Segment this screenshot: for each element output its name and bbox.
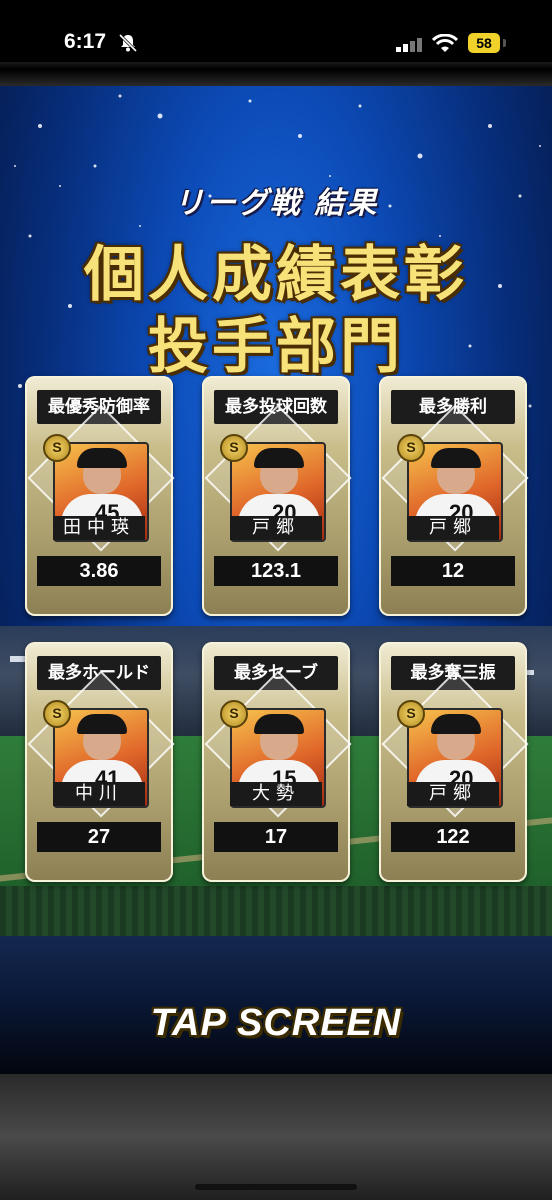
stat-value: 123.1 — [214, 556, 338, 586]
player-name: 戸郷 — [230, 516, 322, 540]
status-time: 6:17 — [64, 30, 107, 53]
stat-value: 122 — [391, 822, 515, 852]
bell-muted-icon — [118, 33, 138, 53]
top-frame — [0, 62, 552, 86]
battery-indicator: 58 — [468, 33, 500, 53]
player-name: 大勢 — [230, 782, 322, 806]
game-screen[interactable]: リーグ戦 結果 個人成績表彰 投手部門 最優秀防御率 45 S 田中瑛 3.86… — [0, 86, 552, 1074]
status-bar: 6:17 58 — [0, 0, 552, 62]
player-cap — [431, 448, 481, 468]
award-card-wins[interactable]: 最多勝利 20 S 戸郷 12 — [379, 376, 529, 616]
rank-s-badge-icon: S — [43, 434, 71, 462]
player-cap — [254, 448, 304, 468]
player-cap — [431, 714, 481, 734]
rank-s-badge-icon: S — [220, 700, 248, 728]
player-cap — [77, 448, 127, 468]
league-result-label: リーグ戦 結果 — [173, 186, 379, 221]
stat-value: 27 — [37, 822, 161, 852]
cellular-signal-icon — [396, 38, 422, 52]
player-cap — [254, 714, 304, 734]
home-indicator[interactable] — [195, 1184, 357, 1190]
award-card-innings[interactable]: 最多投球回数 20 S 戸郷 123.1 — [202, 376, 352, 616]
rank-s-badge-icon: S — [397, 434, 425, 462]
player-name: 戸郷 — [407, 782, 499, 806]
stat-value: 17 — [214, 822, 338, 852]
tap-screen-prompt[interactable]: TAP SCREEN — [0, 1002, 552, 1045]
rank-s-badge-icon: S — [397, 700, 425, 728]
stat-value: 12 — [391, 556, 515, 586]
wifi-icon — [432, 34, 458, 52]
rank-s-badge-icon: S — [220, 434, 248, 462]
bottom-frame — [0, 1074, 552, 1200]
rank-s-badge-icon: S — [43, 700, 71, 728]
player-cap — [77, 714, 127, 734]
player-name: 田中瑛 — [53, 516, 145, 540]
battery-tip — [503, 39, 506, 47]
player-name: 戸郷 — [407, 516, 499, 540]
player-name: 中川 — [53, 782, 145, 806]
page-subtitle: 投手部門 — [148, 312, 404, 382]
award-card-saves[interactable]: 最多セーブ 15 S 大勢 17 — [202, 642, 352, 882]
award-card-holds[interactable]: 最多ホールド 41 S 中川 27 — [25, 642, 175, 882]
award-card-era[interactable]: 最優秀防御率 45 S 田中瑛 3.86 — [25, 376, 175, 616]
stat-value: 3.86 — [37, 556, 161, 586]
award-card-strikeouts[interactable]: 最多奪三振 20 S 戸郷 122 — [379, 642, 529, 882]
